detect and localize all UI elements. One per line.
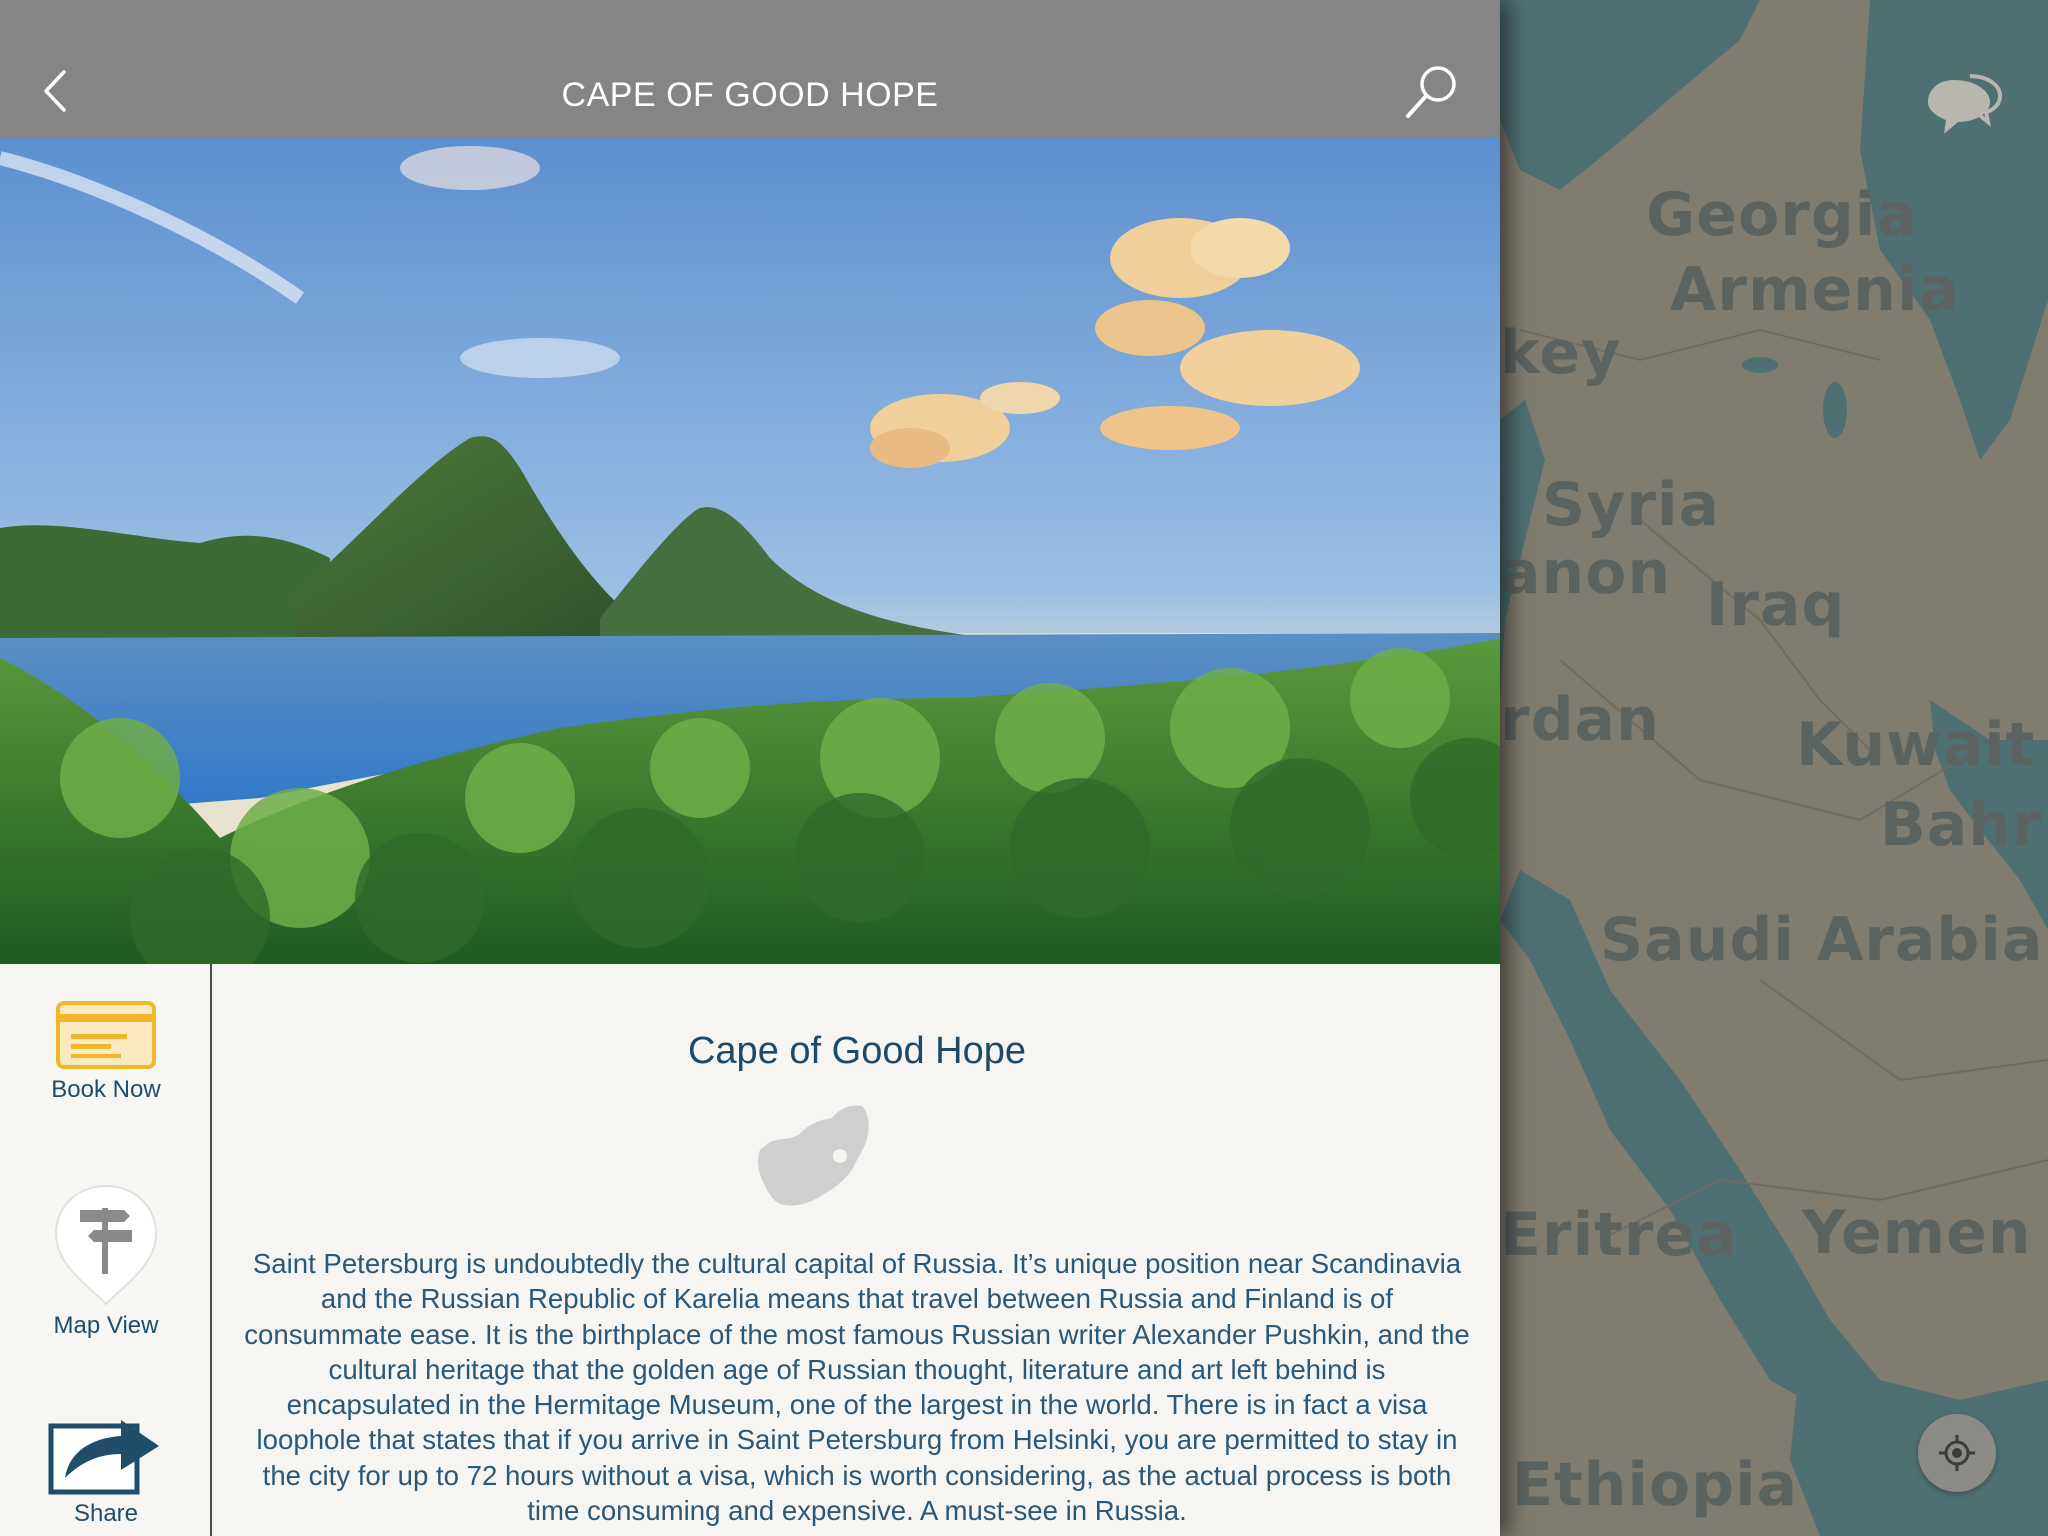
- locate-me-button[interactable]: [1918, 1414, 1996, 1492]
- crosshair-icon: [1939, 1435, 1975, 1471]
- share-label: Share: [73, 1500, 139, 1527]
- book-now-button[interactable]: Book Now: [28, 1000, 184, 1104]
- chat-icon[interactable]: [1924, 74, 2004, 140]
- map-view-button[interactable]: Map View: [28, 1180, 184, 1340]
- hero-image: [0, 138, 1500, 964]
- action-rail: Book Now Map View Share: [0, 964, 212, 1536]
- destination-detail-panel: CAPE OF GOOD HOPE Book Now Map View Shar…: [0, 0, 1500, 1536]
- search-button[interactable]: [1402, 62, 1462, 122]
- detail-section: Book Now Map View Share Cape of Good Hop…: [0, 964, 1500, 1536]
- top-navigation-bar: CAPE OF GOOD HOPE: [0, 0, 1500, 138]
- book-now-label: Book Now: [51, 1076, 161, 1103]
- map-view-label: Map View: [53, 1312, 159, 1339]
- ticket-icon: [56, 1001, 156, 1069]
- share-button[interactable]: Share: [28, 1412, 184, 1528]
- detail-content: Cape of Good Hope Saint Petersburg is un…: [214, 964, 1500, 1536]
- signpost-pin-icon: [54, 1184, 158, 1306]
- share-icon: [48, 1420, 159, 1495]
- page-title: CAPE OF GOOD HOPE: [561, 76, 939, 114]
- search-icon: [1406, 66, 1456, 118]
- south-africa-map-icon: [757, 1105, 869, 1206]
- destination-description: Saint Petersburg is undoubtedly the cult…: [244, 1248, 1470, 1527]
- destination-title: Cape of Good Hope: [687, 1030, 1026, 1072]
